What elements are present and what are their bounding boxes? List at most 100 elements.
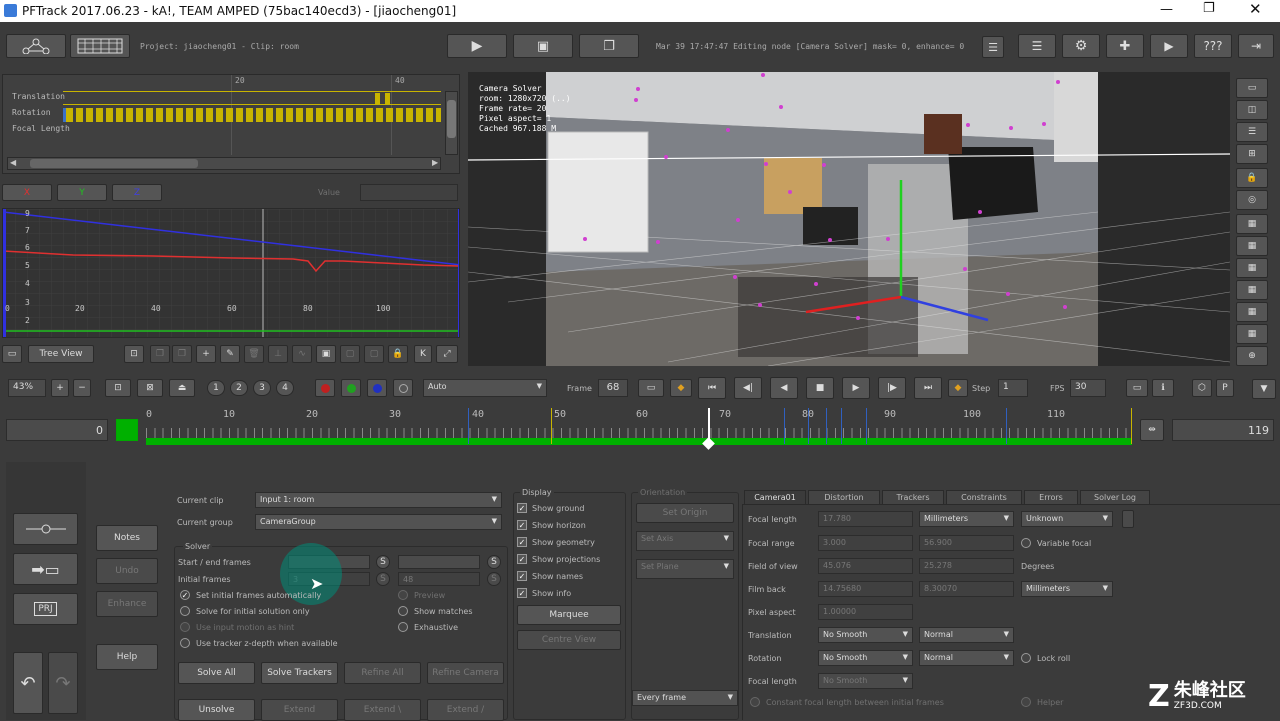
exhaustive-check[interactable]: Exhaustive <box>398 622 458 632</box>
marquee-button[interactable]: Marquee <box>517 605 621 625</box>
zoom-out-button[interactable]: − <box>73 379 91 397</box>
close-icon[interactable]: ✕ <box>1249 0 1262 18</box>
timeline-start-field[interactable]: 0 <box>6 419 108 441</box>
translation-mode-select[interactable]: Normal <box>919 627 1014 643</box>
pixel-aspect-field[interactable]: 1.00000 <box>818 604 913 620</box>
media-bin-button[interactable] <box>70 34 130 58</box>
extend-button[interactable]: Extend <box>261 699 338 721</box>
info-button[interactable]: ℹ <box>1152 379 1174 397</box>
tab-camera01[interactable]: Camera01 <box>744 490 806 504</box>
zoom-in-button[interactable]: + <box>51 379 69 397</box>
layout-stack-button[interactable]: ☰ <box>1236 122 1268 142</box>
frame-field[interactable]: 68 <box>598 379 628 397</box>
p-button[interactable]: P <box>1216 379 1234 397</box>
playback-button[interactable]: ▶ <box>1150 34 1188 58</box>
refine-all-button[interactable]: Refine All <box>344 662 421 684</box>
edit-key-button[interactable]: ✎ <box>220 345 240 363</box>
maximize-icon[interactable]: ❐ <box>1203 1 1215 16</box>
help-panel-button[interactable]: Help <box>96 644 158 670</box>
keyframe-scrollbar[interactable]: ◀ ▶ <box>7 157 441 170</box>
curve-graph[interactable]: 9 7 6 5 4 3 2 0 20 40 60 80 100 <box>2 208 460 338</box>
save-key-button[interactable]: ▣ <box>316 345 336 363</box>
fps-field[interactable]: 30 <box>1070 379 1106 397</box>
keyframe[interactable] <box>385 93 390 104</box>
keyframe-vscroll[interactable] <box>445 91 458 155</box>
preset-3-button[interactable]: 3 <box>253 380 271 396</box>
value-input[interactable] <box>360 184 458 201</box>
extend-forward-button[interactable]: Extend / <box>427 699 504 721</box>
notes-button[interactable]: Notes <box>96 525 158 551</box>
red-channel-button[interactable] <box>315 379 335 397</box>
add-key-button[interactable]: + <box>196 345 216 363</box>
end-s-button[interactable]: S <box>487 555 501 569</box>
set-axis-select[interactable]: Set Axis <box>636 531 734 551</box>
tracker-zdepth-check[interactable]: Use tracker z-depth when available <box>180 638 338 648</box>
grid-2-button[interactable]: ▦ <box>1236 236 1268 256</box>
tab-trackers[interactable]: Trackers <box>882 490 944 504</box>
show-horizon-check[interactable]: ✓ Show horizon <box>517 520 586 530</box>
x-axis-button[interactable]: X <box>2 184 52 201</box>
variable-focal-check[interactable]: Variable focal <box>1021 538 1091 548</box>
vscroll-thumb[interactable] <box>447 100 456 138</box>
centre-view-button[interactable]: Centre View <box>517 630 621 650</box>
current-clip-select[interactable]: Input 1: room <box>255 492 502 508</box>
tab-solver-log[interactable]: Solver Log <box>1080 490 1150 504</box>
film-back-w-field[interactable]: 14.75680 <box>818 581 913 597</box>
grid-1-button[interactable]: ▦ <box>1236 214 1268 234</box>
tab-distortion[interactable]: Distortion <box>808 490 880 504</box>
lock-view-button[interactable]: 🔒 <box>1236 168 1268 188</box>
fullscreen-button[interactable]: ⤢ <box>436 345 458 363</box>
minimize-icon[interactable]: — <box>1160 2 1173 17</box>
next-key-button[interactable]: |▶ <box>878 377 906 399</box>
show-names-check[interactable]: ✓ Show names <box>517 571 583 581</box>
input-motion-hint-check[interactable]: Use input motion as hint <box>180 622 294 632</box>
fov-v-field[interactable]: 25.278 <box>919 558 1014 574</box>
log-button[interactable]: ☰ <box>982 36 1004 58</box>
copy-view-button[interactable]: ❐ <box>579 34 639 58</box>
constant-focal-check[interactable]: Constant focal length between initial fr… <box>750 697 944 707</box>
project-mode-button[interactable]: PRJ <box>13 593 78 625</box>
flatten-key-button[interactable]: ⊥ <box>268 345 288 363</box>
paste-key-button[interactable]: ❐ <box>172 345 192 363</box>
scroll-right-icon[interactable]: ▶ <box>432 158 438 167</box>
grid-5-button[interactable]: ▦ <box>1236 302 1268 322</box>
z-axis-button[interactable]: Z <box>112 184 162 201</box>
show-projections-check[interactable]: ✓ Show projections <box>517 554 600 564</box>
tree-view-button[interactable]: Tree View <box>28 345 94 363</box>
tripod-button[interactable]: ⏏ <box>169 379 195 397</box>
node-graph-button[interactable] <box>6 34 66 58</box>
timeline-end-field[interactable]: 119 <box>1172 419 1274 441</box>
target-button[interactable]: ⊕ <box>1236 346 1268 366</box>
linear-key-button[interactable]: ▢ <box>340 345 360 363</box>
prev-key-button[interactable]: ◀| <box>734 377 762 399</box>
set-initial-auto-check[interactable]: ✓ Set initial frames automatically <box>180 590 321 600</box>
show-ground-check[interactable]: ✓ Show ground <box>517 503 584 513</box>
menu-button[interactable]: ☰ <box>1018 34 1056 58</box>
track-mode-button[interactable] <box>13 513 78 545</box>
current-group-select[interactable]: CameraGroup <box>255 514 502 530</box>
solve-all-button[interactable]: Solve All <box>178 662 255 684</box>
frame-all-button[interactable]: ⊡ <box>124 345 144 363</box>
every-frame-select[interactable]: Every frame <box>632 690 738 706</box>
scrollbar-thumb[interactable] <box>30 159 198 168</box>
show-geometry-check[interactable]: ✓ Show geometry <box>517 537 595 547</box>
cube-button[interactable]: ⬡ <box>1192 379 1212 397</box>
timeline-start-marker[interactable] <box>116 419 138 441</box>
last-frame-button[interactable]: ⏭ <box>914 377 942 399</box>
reset-view-button[interactable]: ⊠ <box>137 379 163 397</box>
initial-b-s-button[interactable]: S <box>487 572 501 586</box>
fov-h-field[interactable]: 45.076 <box>818 558 913 574</box>
monitor-button[interactable]: ▭ <box>2 345 22 363</box>
help-button[interactable]: ??? <box>1194 34 1232 58</box>
translation-smooth-select[interactable]: No Smooth <box>818 627 913 643</box>
preset-1-button[interactable]: 1 <box>207 380 225 396</box>
timeline-fit-button[interactable]: ⇹ <box>1140 419 1164 441</box>
grid-6-button[interactable]: ▦ <box>1236 324 1268 344</box>
k-button[interactable]: K <box>414 345 432 363</box>
viewport[interactable]: Camera Solver room: 1280x720 (..) Frame … <box>468 72 1230 366</box>
enhance-button[interactable]: Enhance <box>96 591 158 617</box>
preset-2-button[interactable]: 2 <box>230 380 248 396</box>
orbit-button[interactable]: ◎ <box>1236 190 1268 210</box>
export-mode-button[interactable]: ➡▭ <box>13 553 78 585</box>
delete-key-button[interactable]: 🗑 <box>244 345 264 363</box>
